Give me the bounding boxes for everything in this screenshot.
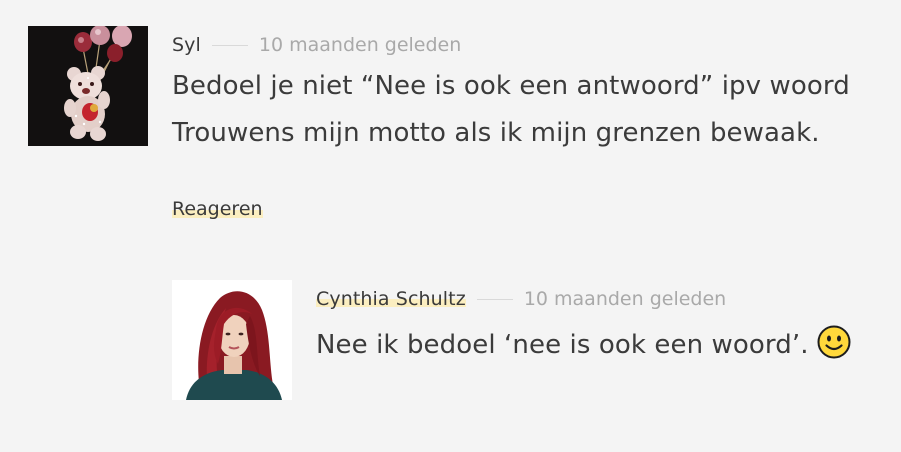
comment-author: Syl	[172, 34, 201, 56]
comment-text-line: Trouwens mijn motto als ik mijn grenzen …	[172, 118, 820, 148]
reply-meta: Cynthia Schultz 10 maanden geleden	[316, 287, 726, 311]
comment-meta: Syl 10 maanden geleden	[172, 33, 461, 57]
meta-divider	[211, 44, 248, 46]
comment-time: 10 maanden geleden	[258, 34, 462, 56]
meta-divider	[476, 298, 513, 300]
reply-text-line: Nee ik bedoel ‘nee is ook een woord’.	[316, 325, 851, 360]
reply-author-link[interactable]: Cynthia Schultz	[316, 288, 466, 310]
avatar-syl	[28, 26, 148, 146]
avatar-cynthia	[172, 280, 292, 400]
teddy-bear-balloons-icon	[28, 26, 148, 146]
woman-red-hair-icon	[172, 280, 292, 400]
reply-time: 10 maanden geleden	[523, 288, 727, 310]
reply-text: Nee ik bedoel ‘nee is ook een woord’.	[316, 330, 809, 360]
reply-button[interactable]: Reageren	[172, 198, 263, 220]
slightly-smiling-face-icon	[817, 325, 851, 359]
comment-text-line: Bedoel je niet “Nee is ook een antwoord”…	[172, 71, 850, 101]
